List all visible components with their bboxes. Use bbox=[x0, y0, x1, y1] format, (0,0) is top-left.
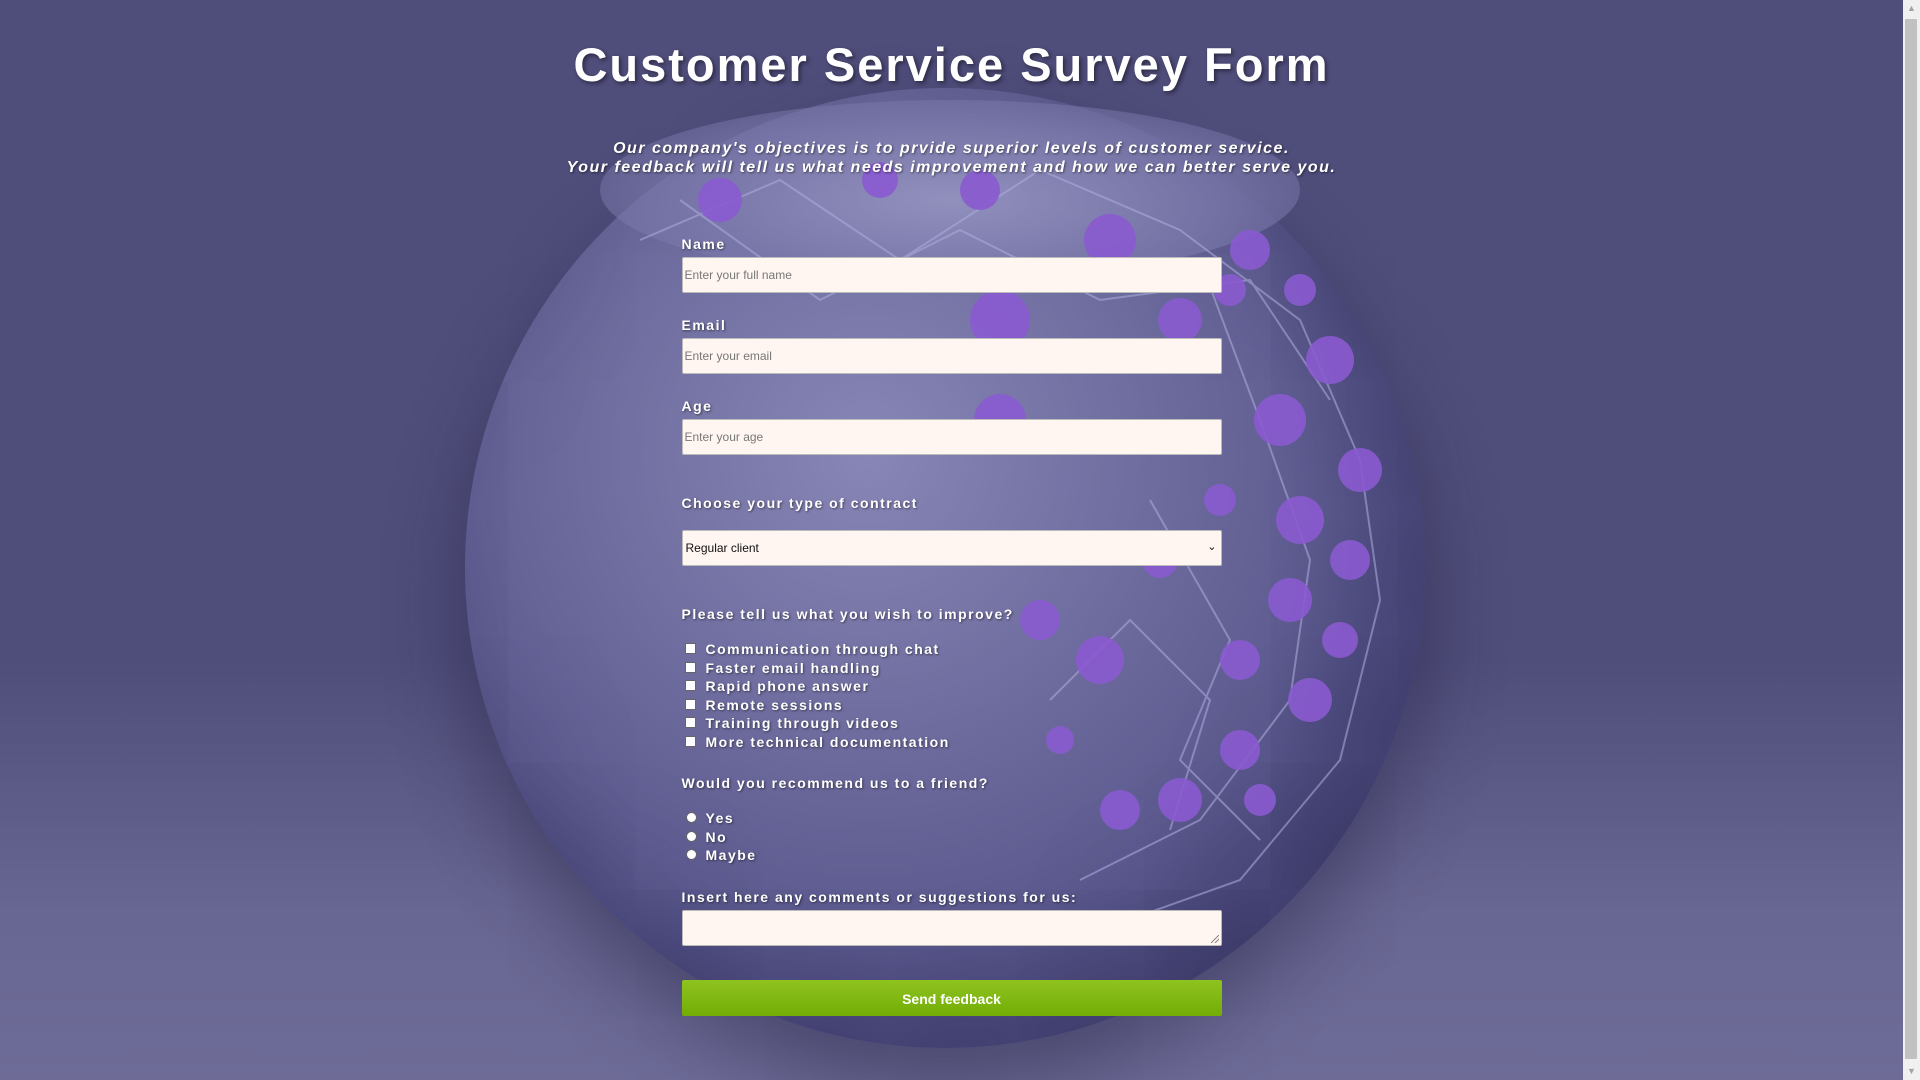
recommend-label: Would you recommend us to a friend? bbox=[681, 775, 989, 791]
scroll-up-arrow-icon[interactable]: ▲ bbox=[1903, 0, 1920, 17]
improve-option-label: Communication through chat bbox=[705, 641, 940, 657]
checkbox[interactable] bbox=[684, 643, 696, 654]
recommend-option-label: Yes bbox=[705, 810, 735, 826]
improve-option-label: Rapid phone answer bbox=[705, 678, 870, 694]
resize-grip-icon[interactable] bbox=[1210, 934, 1219, 943]
survey-form: Name Email Age Choose your type of contr… bbox=[681, 236, 1222, 1016]
recommend-option[interactable]: Yes bbox=[682, 809, 1222, 828]
description-line-2: Your feedback will tell us what needs im… bbox=[566, 159, 1337, 176]
page-description: Our company's objectives is to prvide su… bbox=[0, 139, 1903, 177]
email-label: Email bbox=[681, 317, 727, 333]
improve-option[interactable]: Communication through chat bbox=[682, 640, 1222, 659]
email-group: Email bbox=[681, 317, 1222, 374]
chevron-down-icon: ⌄ bbox=[1207, 541, 1217, 553]
contract-select[interactable]: Regular client ⌄ bbox=[681, 530, 1222, 566]
improve-option[interactable]: Faster email handling bbox=[682, 659, 1222, 678]
checkbox[interactable] bbox=[684, 661, 696, 673]
recommend-option[interactable]: Maybe bbox=[682, 846, 1222, 865]
checkbox[interactable] bbox=[684, 698, 696, 710]
recommend-option-label: No bbox=[705, 828, 728, 845]
recommend-option-label: Maybe bbox=[705, 847, 757, 863]
name-input[interactable] bbox=[681, 257, 1222, 293]
name-group: Name bbox=[681, 236, 1222, 293]
radio-button[interactable] bbox=[685, 812, 697, 823]
age-input[interactable] bbox=[681, 419, 1222, 455]
contract-label: Choose your type of contract bbox=[681, 495, 918, 511]
comments-group: Insert here any comments or suggestions … bbox=[681, 888, 1222, 946]
checkbox[interactable] bbox=[684, 680, 696, 691]
improve-option[interactable]: Rapid phone answer bbox=[682, 677, 1222, 696]
contract-selected-value: Regular client bbox=[685, 541, 759, 555]
recommend-option[interactable]: No bbox=[682, 828, 1222, 847]
send-feedback-button[interactable]: Send feedback bbox=[681, 979, 1222, 1016]
checkbox[interactable] bbox=[684, 735, 696, 747]
page-content: Customer Service Survey Form Our company… bbox=[0, 0, 1903, 1016]
improve-option[interactable]: More technical documentation bbox=[682, 733, 1222, 752]
radio-button[interactable] bbox=[685, 830, 697, 842]
name-label: Name bbox=[681, 236, 726, 252]
improve-group: Please tell us what you wish to improve?… bbox=[682, 606, 1222, 751]
scroll-down-arrow-icon[interactable]: ▼ bbox=[1903, 1063, 1920, 1080]
scroll-thumb[interactable] bbox=[1905, 19, 1917, 1059]
improve-option-label: Remote sessions bbox=[705, 696, 844, 713]
improve-option[interactable]: Remote sessions bbox=[682, 696, 1222, 715]
improve-option-label: Faster email handling bbox=[705, 659, 881, 676]
page-title: Customer Service Survey Form bbox=[573, 38, 1330, 91]
age-label: Age bbox=[681, 398, 713, 414]
improve-label: Please tell us what you wish to improve? bbox=[681, 606, 1014, 622]
comments-textarea[interactable] bbox=[681, 909, 1222, 946]
description-line-1: Our company's objectives is to prvide su… bbox=[613, 140, 1290, 157]
comments-label: Insert here any comments or suggestions … bbox=[681, 888, 1078, 905]
improve-option[interactable]: Training through videos bbox=[682, 714, 1222, 733]
improve-option-label: Training through videos bbox=[705, 715, 900, 731]
radio-button[interactable] bbox=[685, 849, 697, 860]
checkbox[interactable] bbox=[684, 717, 696, 728]
email-input[interactable] bbox=[681, 338, 1222, 374]
recommend-group: Would you recommend us to a friend? Yes … bbox=[682, 775, 1222, 865]
age-group: Age bbox=[681, 398, 1222, 455]
contract-group: Choose your type of contract Regular cli… bbox=[681, 495, 1222, 566]
improve-option-label: More technical documentation bbox=[705, 733, 950, 750]
vertical-scrollbar[interactable]: ▲ ▼ bbox=[1903, 0, 1920, 1080]
